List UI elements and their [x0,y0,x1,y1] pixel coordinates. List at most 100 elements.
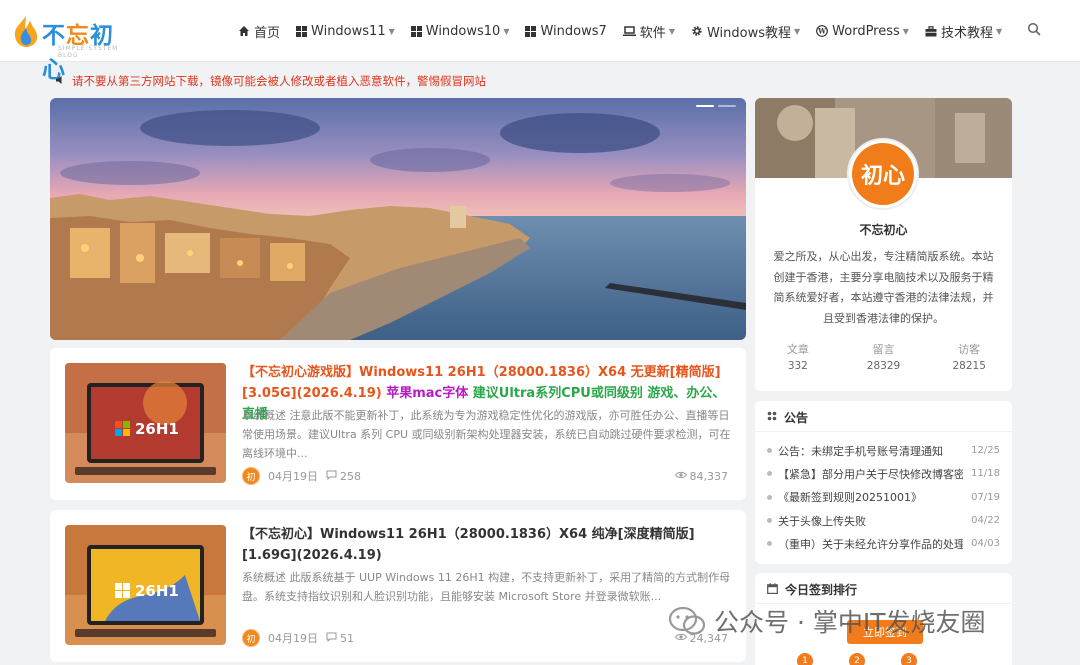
article-title[interactable]: 【不忘初心】Windows11 26H1（28000.1836）X64 纯净[深… [242,524,732,566]
article-card[interactable]: 26H1 【不忘初心游戏版】Windows11 26H1（28000.1836）… [50,348,746,500]
announcement-title: （重申）关于未经允许分享作品的处理办法 [778,537,964,551]
list-item[interactable]: （重申）关于未经允许分享作品的处理办法 04/03 [767,532,1000,555]
divider [755,431,1012,432]
announcement-widget: 公告 公告：未绑定手机号账号清理通知 12/25 【紧急】部分用户关于尽快修改博客… [755,401,1012,564]
stat-value: 28329 [866,360,901,372]
bullet-icon [767,518,772,524]
announcement-title: 关于头像上传失败 [778,514,866,528]
article-excerpt: 系统概述 此版系统基于 UUP Windows 11 26H1 构建，不支持更新… [242,571,731,603]
announcement-date: 12/25 [971,445,1000,457]
author-avatar[interactable]: 初心 [847,138,919,210]
search-icon[interactable] [1027,21,1045,39]
rank-badge: 2 [849,653,865,665]
svg-text:W: W [817,27,826,36]
article-date: 04月19日 [268,470,318,483]
nav-label: Windows教程 [706,25,791,41]
site-notice: 请不要从第三方网站下载，镜像可能会被人修改或者植入恶意软件，警惕假冒网站 [55,73,486,89]
nav-label: Windows11 [311,23,386,39]
chevron-down-icon: ▼ [668,26,675,36]
nav-label: 软件 [639,25,666,41]
stat-comments: 留言 28329 [841,342,927,374]
rank-badges: 1 2 3 [797,653,917,665]
site-header: 不忘初心 SIMPLE SYSTEM BLOG 首页 Windows11 ▼ W… [0,0,1080,83]
rank-badge: 3 [901,653,917,665]
avatar-text: 初心 [852,143,914,205]
author-avatar[interactable]: 初 [242,467,260,485]
nav-software[interactable]: 软件 ▼ [622,22,675,41]
title-segment: 苹果mac字体 [386,386,473,401]
pagination-dot[interactable] [696,105,714,107]
article-card[interactable]: 26H1 【不忘初心】Windows11 26H1（28000.1836）X64… [50,510,746,662]
nav-windows7[interactable]: Windows7 [525,23,607,39]
nav-label: 技术教程 [940,25,993,41]
chevron-down-icon: ▼ [794,26,801,36]
chevron-down-icon: ▼ [503,26,510,36]
grid-icon [767,411,777,424]
bullet-icon [767,494,772,500]
stat-label: 留言 [872,343,895,356]
bullet-icon [767,471,772,477]
article-thumbnail[interactable]: 26H1 [65,363,226,483]
hero-banner[interactable] [50,98,746,340]
nav-windows-tutorial[interactable]: Windows教程 ▼ [691,22,800,41]
stat-visitors: 访客 28215 [926,342,1012,374]
nav-label: WordPress [832,23,900,39]
list-item[interactable]: 【紧急】部分用户关于尽快修改博客密码通知 11/18 [767,462,1000,485]
article-thumbnail[interactable]: 26H1 [65,525,226,645]
nav-windows11[interactable]: Windows11 ▼ [296,24,395,39]
gear-icon [691,25,703,37]
comment-count: 51 [340,631,354,645]
stat-value: 28215 [952,360,986,372]
announcement-date: 07/19 [971,491,1000,503]
chevron-down-icon: ▼ [995,26,1003,36]
comment-count: 258 [340,469,361,483]
announcement-list: 公告：未绑定手机号账号清理通知 12/25 【紧急】部分用户关于尽快修改博客密码通… [767,439,1000,555]
list-item[interactable]: 关于头像上传失败 04/22 [767,509,1000,532]
notice-text: 请不要从第三方网站下载，镜像可能会被人修改或者植入恶意软件，警惕假冒网站 [72,74,486,88]
widget-title: 公告 [784,411,809,425]
rank-badge: 1 [797,653,813,665]
nav-windows10[interactable]: Windows10 ▼ [410,24,510,39]
article-meta: 初 04月19日 51 24,347 [242,629,728,647]
wechat-icon [668,606,706,635]
logo-subtitle: SIMPLE SYSTEM BLOG [58,45,119,59]
author-stats: 文章 332 留言 28329 访客 28215 [755,342,1012,374]
widget-header: 公告 [767,409,808,426]
announcement-title: 公告：未绑定手机号账号清理通知 [778,444,943,458]
stat-label: 访客 [958,343,981,356]
list-item[interactable]: 《最新签到规则20251001》 07/19 [767,486,1000,509]
bullet-icon [767,541,772,547]
stat-articles: 文章 332 [755,342,841,374]
eye-icon [674,471,687,482]
nav-label: 首页 [254,25,281,41]
author-profile-card: 初心 不忘初心 爱之所及，从心出发，专注精简版系统。本站创建于香港，主要分享电脑… [755,98,1012,391]
nav-home[interactable]: 首页 [238,22,280,41]
view-count-group: 84,337 [674,469,729,483]
nav-wordpress[interactable]: W WordPress ▼ [816,24,909,39]
author-description: 爱之所及，从心出发，专注精简版系统。本站创建于香港，主要分享电脑技术以及服务于精… [773,250,994,325]
announcement-title: 【紧急】部分用户关于尽快修改博客密码通知 [778,467,964,481]
comment-icon [326,632,337,645]
article-meta: 初 04月19日 258 84,337 [242,467,728,485]
announcement-date: 04/03 [971,538,1000,550]
flame-logo-icon [14,16,38,47]
banner-image [50,98,746,340]
banner-pagination[interactable] [696,105,736,107]
calendar-icon [767,582,778,597]
announcement-title: 《最新签到规则20251001》 [778,491,922,505]
nav-label: Windows7 [540,23,607,39]
comment-icon [326,470,337,483]
list-item[interactable]: 公告：未绑定手机号账号清理通知 12/25 [767,439,1000,462]
main-nav: 首页 Windows11 ▼ Windows10 ▼ Windows7 软件 ▼… [238,0,1018,62]
view-count: 84,337 [689,469,729,483]
article-date: 04月19日 [268,632,318,645]
widget-title: 今日签到排行 [785,583,858,597]
pagination-dot[interactable] [718,105,736,107]
windows-icon [410,25,422,37]
author-name[interactable]: 不忘初心 [755,221,1012,238]
site-logo[interactable]: 不忘初心 SIMPLE SYSTEM BLOG [10,10,135,83]
nav-tech-tutorial[interactable]: 技术教程 ▼ [925,22,1002,41]
author-avatar[interactable]: 初 [242,629,260,647]
stat-label: 文章 [786,343,809,356]
chevron-down-icon: ▼ [388,26,395,36]
